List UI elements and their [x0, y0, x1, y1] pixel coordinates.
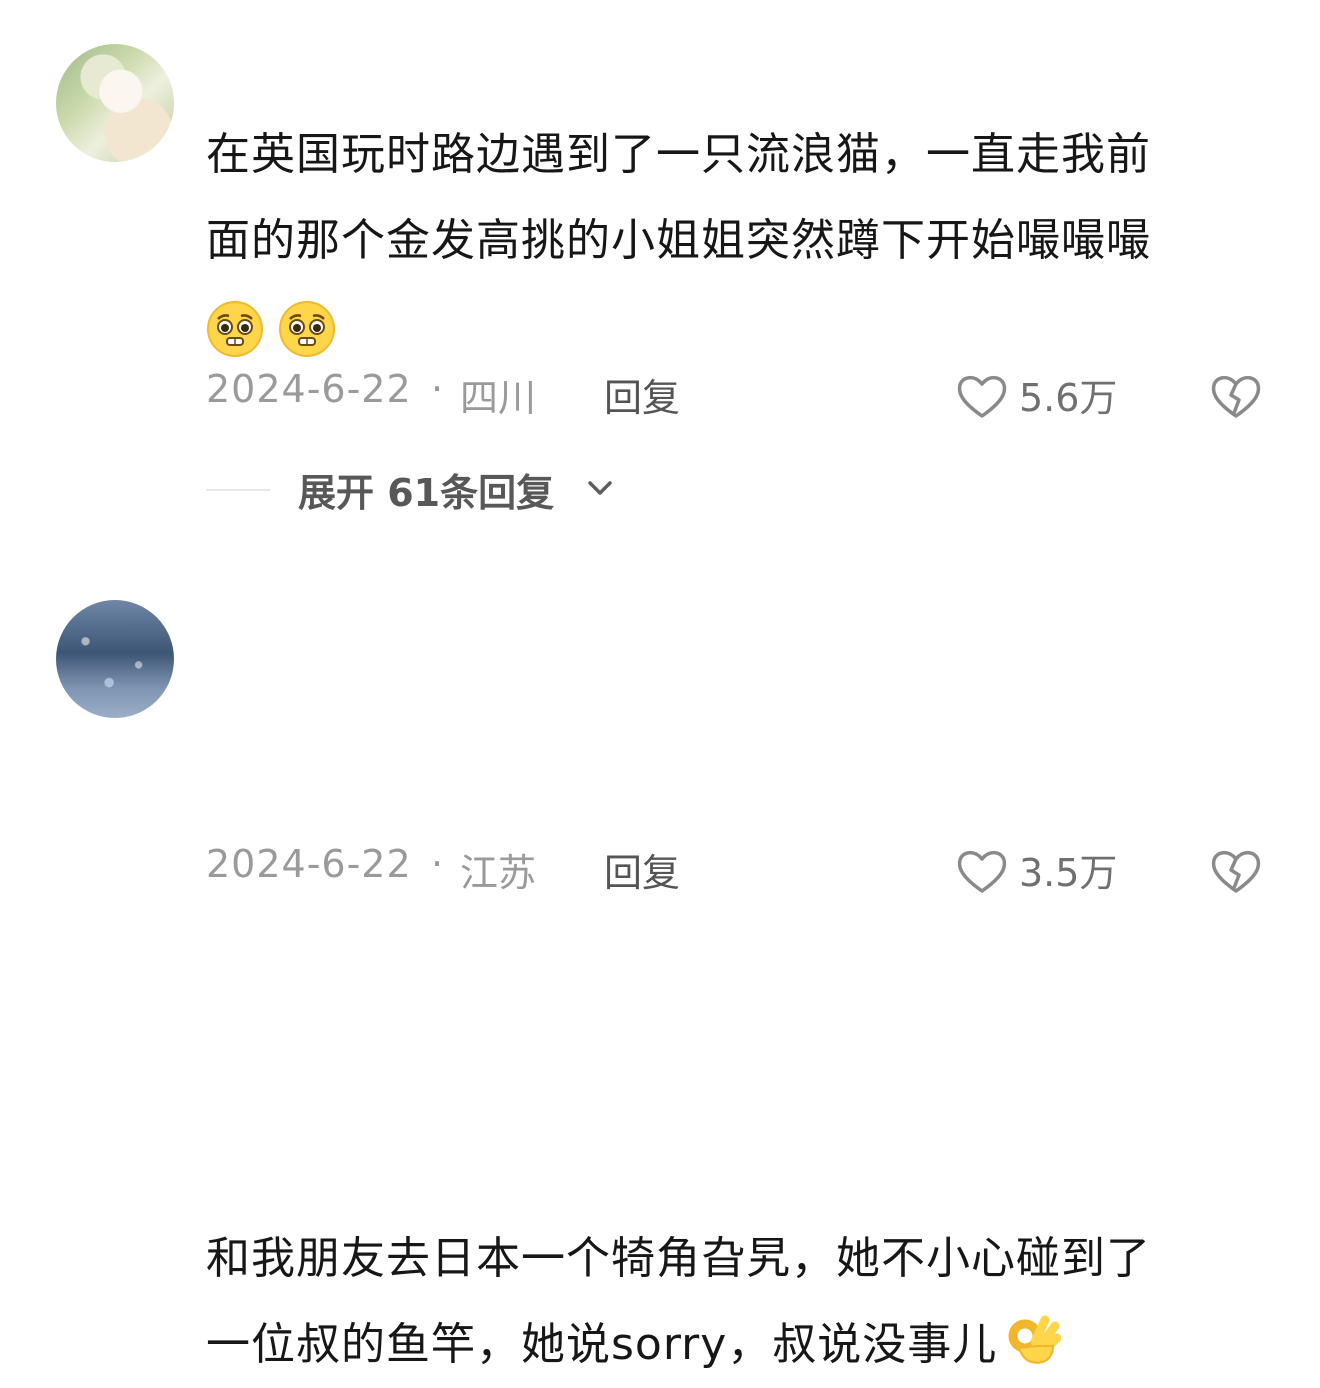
user-avatar[interactable]: [56, 44, 174, 162]
comment-text-line: 在英国玩时路边遇到了一只流浪猫，一直走我前: [206, 129, 1151, 180]
meta-separator: ·: [431, 367, 444, 411]
reply-button[interactable]: 回复: [604, 367, 680, 422]
comment-text-line: 一位叔的鱼竿，她说sorry，叔说没事儿: [206, 1302, 1266, 1388]
comment-text-fragment: 一位叔的鱼竿，她说sorry，叔说没事儿: [206, 1319, 998, 1370]
chevron-down-icon: [588, 481, 612, 495]
comment-location: 四川: [460, 376, 537, 420]
heart-icon[interactable]: [954, 369, 1010, 425]
expand-replies-label: 展开 61条回复: [298, 471, 555, 515]
ok-hand-icon: [1003, 1312, 1062, 1370]
comment-item: 在英国玩时路边遇到了一只流浪猫，一直走我前 面的那个金发高挑的小姐姐突然蹲下开始…: [0, 0, 1320, 560]
broken-heart-icon[interactable]: [1208, 369, 1264, 425]
emoji-row: [206, 284, 1266, 370]
like-count: 3.5万: [1019, 851, 1118, 895]
comment-meta: 2024-6-22 · 江苏 回复 3.5万: [206, 842, 1320, 902]
pleading-face-icon: [278, 300, 336, 358]
comment-date: 2024-6-22: [206, 842, 412, 886]
like-count: 5.6万: [1019, 376, 1118, 420]
comment-location: 江苏: [460, 851, 537, 895]
meta-separator: ·: [431, 842, 444, 886]
broken-heart-icon[interactable]: [1208, 844, 1264, 900]
heart-icon[interactable]: [954, 844, 1010, 900]
comment-date: 2024-6-22: [206, 367, 412, 411]
comment-item: 和我朋友去日本一个犄角旮旯，她不小心碰到了 一位叔的鱼竿，她说sorry，叔说没…: [0, 560, 1320, 1370]
comment-text: 在英国玩时路边遇到了一只流浪猫，一直走我前 面的那个金发高挑的小姐姐突然蹲下开始…: [206, 112, 1266, 370]
reply-button[interactable]: 回复: [604, 842, 680, 897]
pleading-face-icon: [206, 300, 264, 358]
comment-text: 和我朋友去日本一个犄角旮旯，她不小心碰到了 一位叔的鱼竿，她说sorry，叔说没…: [206, 1216, 1266, 1388]
user-avatar[interactable]: [56, 600, 174, 718]
divider: [206, 489, 270, 491]
comment-meta: 2024-6-22 · 四川 回复 5.6万: [206, 367, 1320, 427]
comment-text-line: 和我朋友去日本一个犄角旮旯，她不小心碰到了: [206, 1233, 1151, 1284]
comment-text-line: 面的那个金发高挑的小姐姐突然蹲下开始嘬嘬嘬: [206, 215, 1151, 266]
